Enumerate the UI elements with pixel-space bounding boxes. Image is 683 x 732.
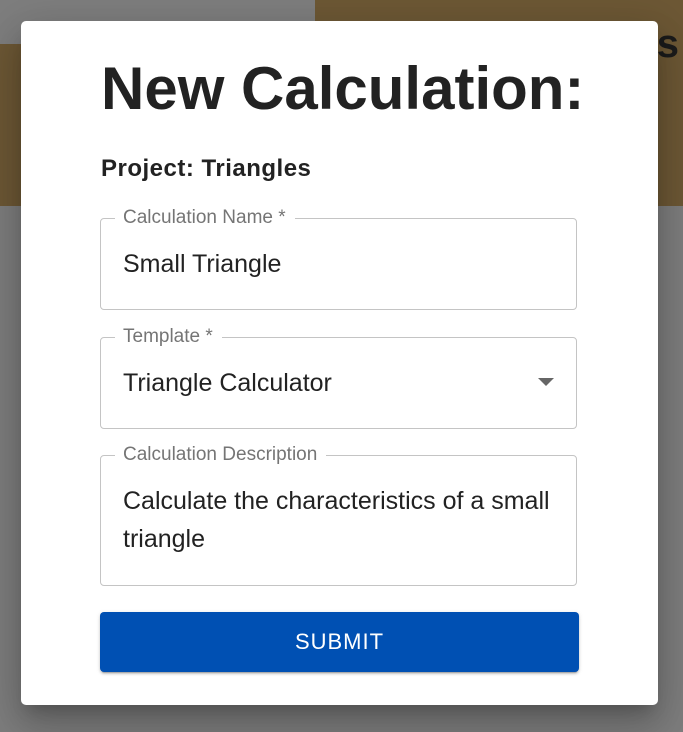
dropdown-arrow-icon[interactable] [538,378,554,386]
template-label: Template * [115,326,222,348]
calculation-name-label: Calculation Name * [115,207,295,229]
calculation-description-textarea[interactable]: Calculate the characteristics of a small… [123,482,553,558]
background-heading-fragment: s [656,22,681,66]
new-calculation-dialog: New Calculation: Project: Triangles Calc… [21,21,658,705]
project-label: Project: Triangles [101,155,312,182]
calculation-description-field[interactable]: Calculation Description Calculate the ch… [100,444,577,586]
template-select[interactable]: Template * Triangle Calculator [100,326,577,429]
calculation-name-field[interactable]: Calculation Name * Small Triangle [100,207,577,310]
calculation-name-input[interactable]: Small Triangle [123,247,281,281]
submit-button[interactable]: SUBMIT [100,612,579,672]
dialog-title: New Calculation: [101,55,585,122]
calculation-description-label: Calculation Description [115,444,327,466]
template-selected-value[interactable]: Triangle Calculator [123,366,332,400]
